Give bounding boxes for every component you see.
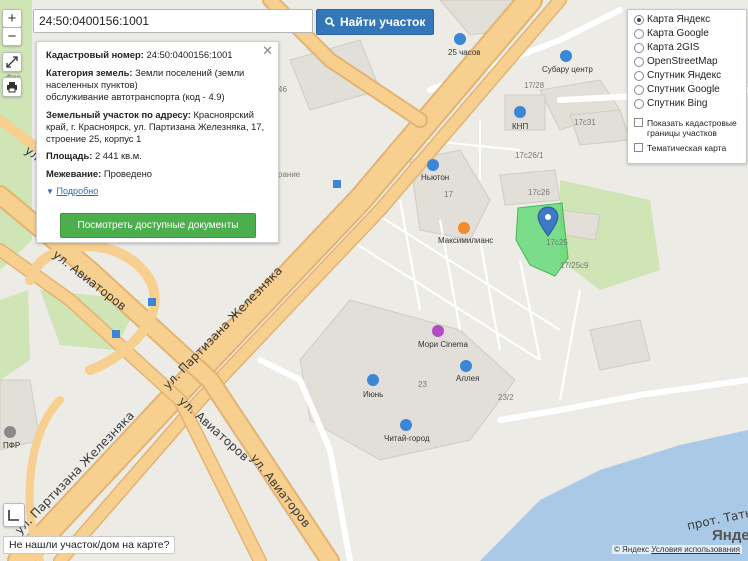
fuel-station-icon[interactable] [514,106,526,118]
poi-label-cinema: Мори Cinema [418,340,468,349]
clothes-shop-icon[interactable] [367,374,379,386]
government-icon[interactable] [4,426,16,438]
poi-label-knp: КНП [512,122,528,131]
copyright-text: © Яндекс [613,545,649,554]
land-use-value: обслуживание автотранспорта (код - 4.9) [46,91,225,102]
radio-icon[interactable] [634,84,644,95]
land-category-label: Категория земель: [46,67,133,78]
view-documents-button[interactable]: Посмотреть доступные документы [60,213,256,238]
poi-label-alleya: Аллея [456,374,479,383]
radio-icon[interactable] [634,98,644,109]
copyright-bar: © Яндекс Условия использования [611,545,742,554]
radio-icon[interactable] [634,56,644,67]
details-toggle[interactable]: ▼ Подробно [46,185,271,198]
house-number: 17с31 [574,118,596,127]
zoom-in-button[interactable]: + [2,9,22,28]
cadastral-search-input[interactable] [33,9,313,33]
house-number: 17с26 [528,188,550,197]
layer-google-map[interactable]: Карта Google [634,28,709,39]
bus-stop-icon[interactable] [148,298,156,306]
poi-label-25-chasov: 25 часов [448,48,481,57]
house-number: 23/2 [498,393,514,402]
radio-icon[interactable] [634,28,644,39]
find-parcel-label: Найти участок [340,15,426,29]
house-number: 17с26/1 [515,151,544,160]
poi-label-subaru: Субару центр [542,65,593,74]
layer-openstreetmap[interactable]: OpenStreetMap [634,56,718,67]
house-number: 17с25 [546,238,568,247]
house-number: рание [278,170,301,179]
zoom-out-button[interactable]: − [2,27,22,46]
area-value: 2 441 кв.м. [94,150,142,161]
show-cadastral-label: Показать кадастровые границы участков [647,118,737,138]
layer-2gis-map[interactable]: Карта 2GIS [634,42,699,53]
chevron-down-icon: ▼ [46,187,54,196]
search-bar: Найти участок [33,9,435,35]
area-row: Площадь: 2 441 кв.м. [46,150,271,162]
electronics-icon[interactable] [427,159,439,171]
layer-label: Спутник Bing [647,98,708,109]
search-icon [325,17,335,27]
area-label: Площадь: [46,150,93,161]
fullscreen-button[interactable] [2,52,22,72]
ruler-icon [8,510,19,521]
house-number: 17/25с9 [560,261,589,270]
land-category-row: Категория земель: Земли поселений (земли… [46,67,271,103]
layer-label: OpenStreetMap [647,56,718,67]
store-icon[interactable] [454,33,466,45]
survey-value: Проведено [103,168,152,179]
radio-icon[interactable] [634,42,644,53]
layer-label: Карта Яндекс [647,14,711,25]
not-found-link[interactable]: Не нашли участок/дом на карте? [3,536,176,554]
survey-row: Межевание: Проведено [46,168,271,180]
address-row: Земельный участок по адресу: Красноярски… [46,109,271,145]
restaurant-icon[interactable] [458,222,470,234]
radio-icon[interactable] [634,14,644,25]
layer-google-satellite[interactable]: Спутник Google [634,84,720,95]
poi-label-nyuton: Ньютон [421,173,449,182]
house-number: 23 [418,380,427,389]
layer-bing-satellite[interactable]: Спутник Bing [634,98,708,109]
print-button[interactable] [2,77,22,97]
layer-label: Карта Google [647,28,709,39]
bookstore-icon[interactable] [400,419,412,431]
bus-stop-icon[interactable] [333,180,341,188]
survey-label: Межевание: [46,168,102,179]
checkbox-icon[interactable] [634,143,643,152]
yandex-logo: Яндекс [712,527,748,544]
map-layers-panel: Карта Яндекс Карта Google Карта 2GIS Ope… [627,9,747,164]
bus-stop-icon[interactable] [112,330,120,338]
show-cadastral-toggle[interactable]: Показать кадастровые границы участков [634,118,747,138]
thematic-map-toggle[interactable]: Тематическая карта [634,143,726,153]
poi-label-chitai-gorod: Читай-город [384,434,430,443]
terms-link[interactable]: Условия использования [651,545,740,554]
shop-icon[interactable] [460,360,472,372]
cadastral-number-label: Кадастровый номер: [46,49,144,60]
layer-label: Спутник Google [647,84,720,95]
layer-yandex-satellite[interactable]: Спутник Яндекс [634,70,721,81]
house-number: 17/28 [524,81,545,90]
house-number: 46 [278,85,287,94]
address-label: Земельный участок по адресу: [46,109,191,120]
cadastral-number-value: 24:50:0400156:1001 [146,49,233,60]
layer-yandex-map[interactable]: Карта Яндекс [634,14,710,25]
find-parcel-button[interactable]: Найти участок [316,9,435,35]
poi-label-maksimilians: Максимилианс [438,236,493,245]
cinema-icon[interactable] [432,325,444,337]
parcel-info-panel: ✕ Кадастровый номер: 24:50:0400156:1001 … [36,41,279,243]
checkbox-icon[interactable] [634,118,643,127]
poi-label-pfr: ПФР [3,441,20,450]
layer-label: Спутник Яндекс [647,70,722,81]
layer-label: Карта 2GIS [647,42,700,53]
car-dealer-icon[interactable] [560,50,572,62]
radio-icon[interactable] [634,70,644,81]
poi-label-iyun: Июнь [363,390,383,399]
house-number: 17 [444,190,453,199]
expand-icon [6,56,18,68]
thematic-map-label: Тематическая карта [647,143,727,153]
printer-icon [7,82,17,93]
ruler-button[interactable] [3,503,25,527]
cadastral-number-row: Кадастровый номер: 24:50:0400156:1001 [46,49,271,61]
details-link[interactable]: Подробно [57,186,99,196]
